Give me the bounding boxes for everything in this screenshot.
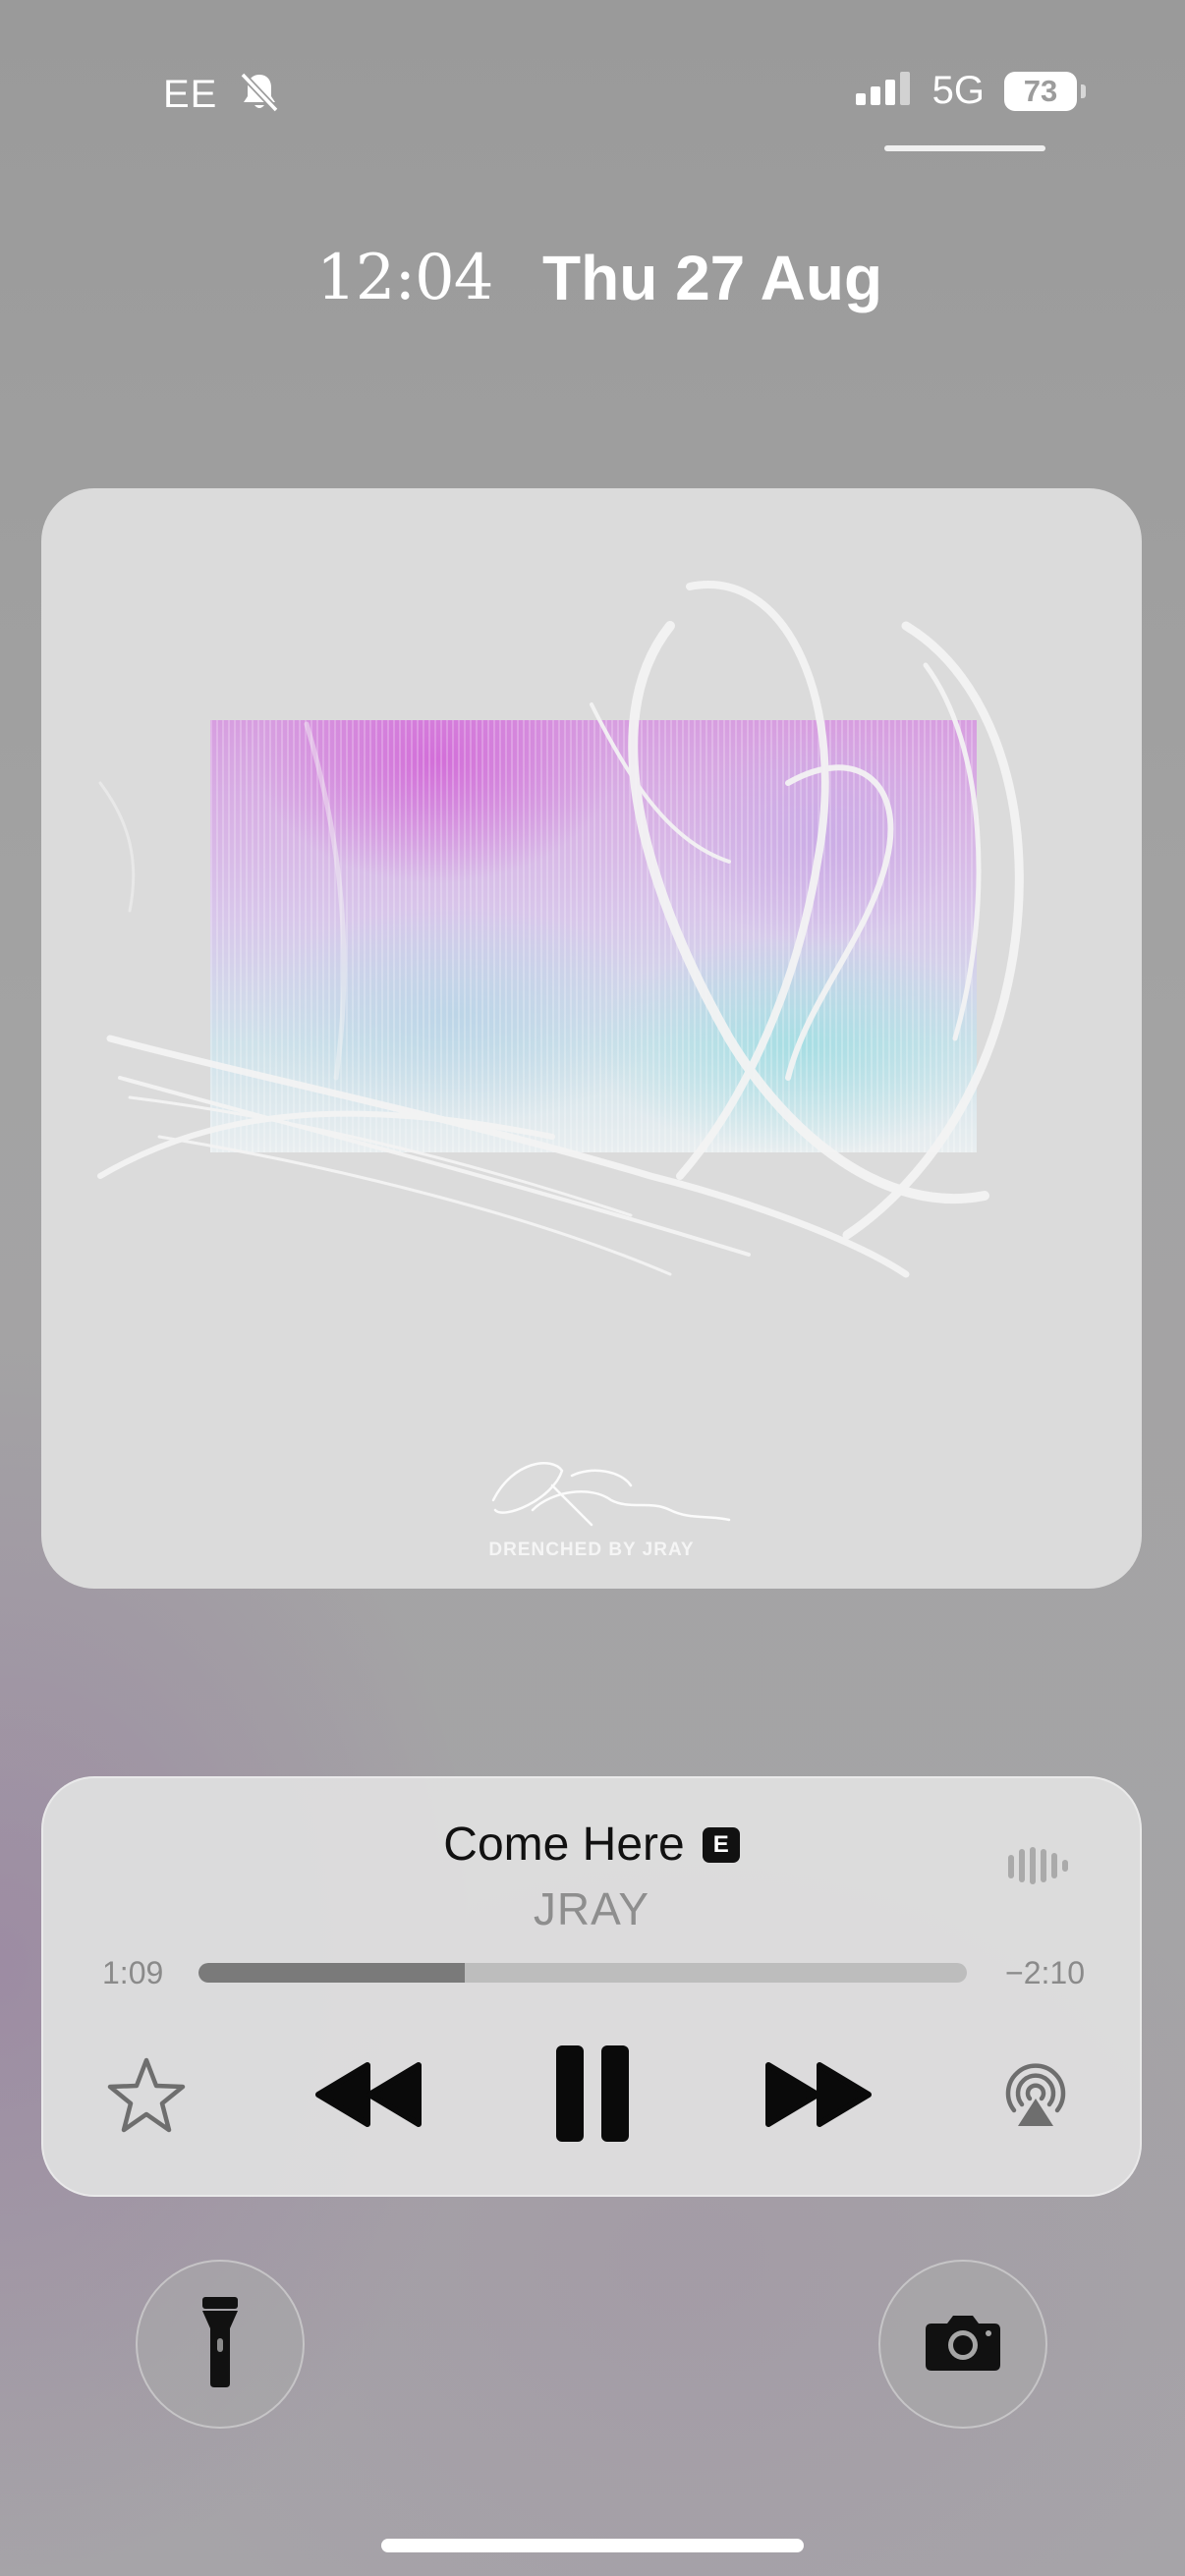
track-title-row[interactable]: Come Here E xyxy=(41,1818,1142,1872)
network-type: 5G xyxy=(931,69,985,112)
cellular-signal-icon xyxy=(855,72,913,110)
artwork-brush-strokes xyxy=(97,581,1024,1527)
album-artwork[interactable]: DRENCHED BY JRAY xyxy=(41,488,1142,1589)
explicit-badge: E xyxy=(702,1826,740,1863)
backward-icon[interactable] xyxy=(314,2061,424,2133)
camera-icon xyxy=(924,2312,1002,2378)
carrier-name: EE xyxy=(163,73,218,116)
lock-date: Thu 27 Aug xyxy=(542,243,883,313)
battery-level: 73 xyxy=(1023,73,1058,108)
flashlight-button[interactable] xyxy=(136,2260,305,2429)
remaining-time: −2:10 xyxy=(1005,1955,1085,1990)
track-artist: JRAY xyxy=(533,1883,650,1934)
elapsed-time: 1:09 xyxy=(102,1955,164,1990)
forward-icon[interactable] xyxy=(762,2061,873,2133)
flashlight-icon xyxy=(200,2295,240,2394)
status-bar-left: EE xyxy=(163,71,280,119)
lock-time: 12:04 xyxy=(316,242,493,314)
status-bar-right: 5G 73 xyxy=(855,69,1086,113)
pause-icon[interactable] xyxy=(554,2044,631,2149)
camera-button[interactable] xyxy=(878,2260,1047,2429)
status-bar-underline xyxy=(884,145,1045,151)
airplay-icon[interactable] xyxy=(1000,2059,1071,2135)
waveform-icon[interactable] xyxy=(1008,1843,1071,1891)
now-playing-widget: Come Here E JRAY 1:09 −2:10 xyxy=(41,1776,1142,2197)
battery-indicator: 73 xyxy=(1004,71,1086,111)
playback-scrubber[interactable] xyxy=(198,1963,967,1983)
star-icon[interactable] xyxy=(106,2055,187,2139)
artwork-caption: DRENCHED BY JRAY xyxy=(488,1540,695,1560)
home-indicator[interactable] xyxy=(381,2539,804,2552)
bell-slash-icon xyxy=(239,71,280,119)
playback-progress-fill xyxy=(198,1963,466,1983)
track-title: Come Here xyxy=(443,1819,685,1871)
